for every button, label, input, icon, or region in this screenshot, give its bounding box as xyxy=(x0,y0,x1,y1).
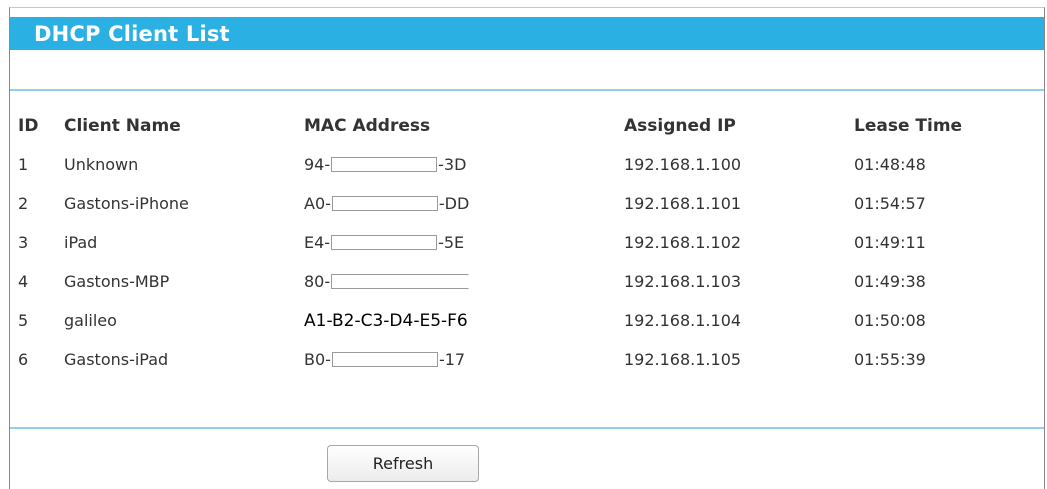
cell-client-name: Unknown xyxy=(64,155,139,174)
cell-mac-address: 94- -3D xyxy=(304,145,624,184)
cell-assigned-ip: 192.168.1.102 xyxy=(624,233,742,252)
cell-id: 6 xyxy=(18,350,29,369)
column-header-mac-address: MAC Address xyxy=(304,116,431,136)
cell-id: 3 xyxy=(18,233,29,252)
cell-lease-time: 01:55:39 xyxy=(854,350,926,369)
mac-prefix: B0- xyxy=(304,350,331,369)
table-row: 5 galileo A1-B2-C3-D4-E5-F6 192.168.1.10… xyxy=(10,301,1034,340)
column-header-client-name: Client Name xyxy=(64,116,181,136)
mac-suffix: -5E xyxy=(438,233,465,252)
cell-client-name: iPad xyxy=(64,233,98,252)
cell-lease-time: 01:48:48 xyxy=(854,155,926,174)
cell-client-name: Gastons-iPad xyxy=(64,350,169,369)
mac-suffix: -3D xyxy=(438,155,467,174)
cell-id: 1 xyxy=(18,155,29,174)
bottom-divider xyxy=(10,427,1044,429)
table-row: 3 iPad E4- -5E 192.168.1.102 01:49:11 xyxy=(10,223,1034,262)
top-divider xyxy=(10,89,1044,91)
cell-id: 4 xyxy=(18,272,29,291)
mac-redaction-box xyxy=(331,274,470,289)
cell-id: 5 xyxy=(18,311,29,330)
cell-client-name: Gastons-iPhone xyxy=(64,194,189,213)
mac-suffix: -DD xyxy=(438,194,470,213)
mac-redaction-box xyxy=(331,235,438,250)
title-bar: DHCP Client List xyxy=(10,17,1044,50)
page-title: DHCP Client List xyxy=(34,21,230,46)
mac-prefix: E4- xyxy=(304,233,331,252)
mac-prefix: 80- xyxy=(304,272,331,291)
cell-assigned-ip: 192.168.1.105 xyxy=(624,350,742,369)
cell-mac-address: A1-B2-C3-D4-E5-F6 xyxy=(304,301,624,340)
mac-prefix: A0- xyxy=(304,194,331,213)
cell-assigned-ip: 192.168.1.104 xyxy=(624,311,742,330)
cell-mac-address: B0- -17 xyxy=(304,340,624,379)
cell-client-name: galileo xyxy=(64,311,117,330)
cell-lease-time: 01:50:08 xyxy=(854,311,926,330)
column-header-lease-time: Lease Time xyxy=(854,116,963,136)
table-row: 4 Gastons-MBP 80- 192.168.1.103 01:49:38 xyxy=(10,262,1034,301)
table-header-row: ID Client Name MAC Address Assigned IP L… xyxy=(10,107,1034,145)
table-row: 2 Gastons-iPhone A0- -DD 192.168.1.101 01… xyxy=(10,184,1034,223)
table-row: 1 Unknown 94- -3D 192.168.1.100 01:48:48 xyxy=(10,145,1034,184)
cell-client-name: Gastons-MBP xyxy=(64,272,170,291)
cell-assigned-ip: 192.168.1.101 xyxy=(624,194,742,213)
table-row: 6 Gastons-iPad B0- -17 192.168.1.105 01:5… xyxy=(10,340,1034,379)
cell-id: 2 xyxy=(18,194,29,213)
cell-mac-address: 80- xyxy=(304,262,624,301)
column-header-id: ID xyxy=(18,116,39,136)
mac-redaction-box xyxy=(331,157,438,172)
cell-assigned-ip: 192.168.1.100 xyxy=(624,155,742,174)
cell-lease-time: 01:54:57 xyxy=(854,194,926,213)
column-header-assigned-ip: Assigned IP xyxy=(624,116,736,136)
cell-assigned-ip: 192.168.1.103 xyxy=(624,272,742,291)
cell-lease-time: 01:49:38 xyxy=(854,272,926,291)
dhcp-client-list-panel: DHCP Client List ID Client Name MAC Addr… xyxy=(9,7,1045,489)
cell-mac-address: E4- -5E xyxy=(304,223,624,262)
mac-address-full: A1-B2-C3-D4-E5-F6 xyxy=(304,310,468,331)
mac-redaction-box xyxy=(331,196,438,211)
cell-mac-address: A0- -DD xyxy=(304,184,624,223)
mac-redaction-box xyxy=(331,352,438,367)
mac-prefix: 94- xyxy=(304,155,331,174)
client-table: ID Client Name MAC Address Assigned IP L… xyxy=(10,107,1034,379)
mac-suffix: -17 xyxy=(438,350,466,369)
cell-lease-time: 01:49:11 xyxy=(854,233,926,252)
refresh-button[interactable]: Refresh xyxy=(327,445,479,482)
